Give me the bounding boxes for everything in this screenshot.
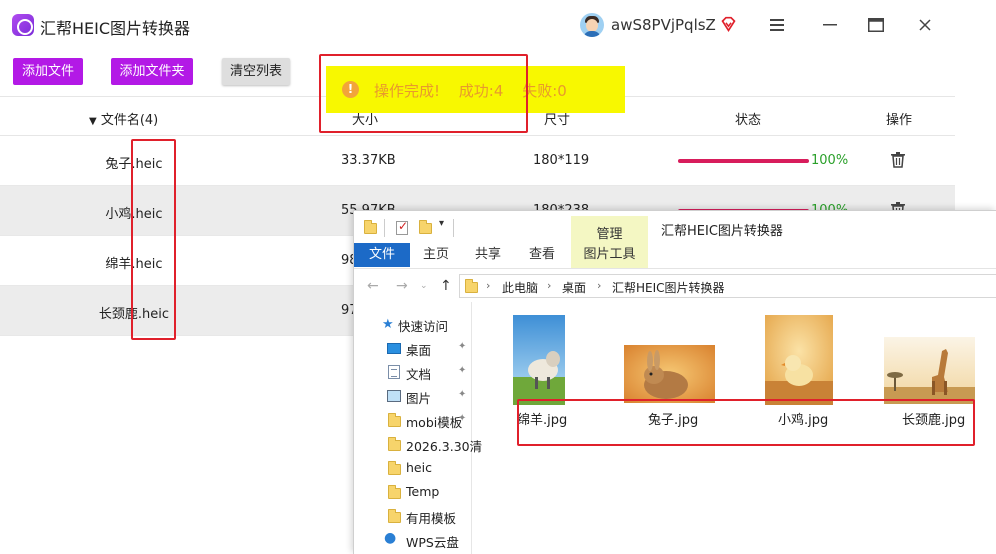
clear-list-button[interactable]: 清空列表 <box>222 58 290 85</box>
table-row[interactable]: 兔子.heic 33.37KB 180*119 100% <box>0 136 955 186</box>
cloud-icon: ● <box>384 530 397 546</box>
documents-icon <box>388 365 400 379</box>
nav-item[interactable]: 图片 ✦ <box>354 384 472 408</box>
tab-picture-tools[interactable]: 图片工具 <box>571 243 648 267</box>
file-name: 绵羊.heic <box>105 257 163 272</box>
file-label[interactable]: 长颈鹿.jpg <box>902 409 965 428</box>
status-column-header: 状态 <box>735 113 762 128</box>
forward-arrow-icon[interactable]: → <box>396 278 408 294</box>
breadcrumb-desktop[interactable]: 桌面 <box>562 279 586 296</box>
ribbon-tabs: 文件 主页 共享 查看 图片工具 <box>354 243 996 267</box>
file-label[interactable]: 绵羊.jpg <box>517 409 567 428</box>
pin-icon[interactable]: ✦ <box>458 365 466 376</box>
recent-dropdown-icon[interactable]: ⌄ <box>420 281 428 291</box>
star-icon: ★ <box>382 317 394 332</box>
folder-icon[interactable] <box>364 220 377 234</box>
tab-share[interactable]: 共享 <box>468 243 508 267</box>
nav-item[interactable]: 文档 ✦ <box>354 360 472 384</box>
file-label[interactable]: 小鸡.jpg <box>778 409 828 428</box>
file-name: 小鸡.heic <box>105 207 163 222</box>
warning-icon: ! <box>342 81 359 98</box>
file-thumbnail-chick[interactable] <box>765 315 833 405</box>
nav-item[interactable]: Temp <box>354 480 472 504</box>
desktop-icon <box>387 343 401 354</box>
pictures-icon <box>387 390 401 402</box>
progress-bar <box>678 159 809 163</box>
folder-icon <box>388 461 401 475</box>
quick-access-toolbar: ▾ 管理 汇帮HEIC图片转换器 <box>354 211 996 268</box>
folder-icon <box>465 279 478 293</box>
tab-home[interactable]: 主页 <box>416 243 456 267</box>
folder-icon <box>388 437 401 451</box>
new-folder-icon[interactable] <box>419 220 432 234</box>
minimize-icon[interactable] <box>818 13 842 37</box>
address-row: ← → ⌄ ↑ › 此电脑 › 桌面 › 汇帮HEIC图片转换器 <box>354 268 996 302</box>
pin-icon[interactable]: ✦ <box>458 341 466 352</box>
add-folder-button[interactable]: 添加文件夹 <box>111 58 193 85</box>
nav-item[interactable]: 桌面 ✦ <box>354 336 472 360</box>
file-size: 33.37KB <box>341 153 396 168</box>
file-thumbnail-rabbit[interactable] <box>624 345 715 403</box>
add-file-button[interactable]: 添加文件 <box>13 58 83 85</box>
folder-icon <box>388 509 401 523</box>
explorer-title: 汇帮HEIC图片转换器 <box>661 224 783 239</box>
address-bar[interactable]: › 此电脑 › 桌面 › 汇帮HEIC图片转换器 <box>459 274 996 298</box>
vip-diamond-icon[interactable] <box>720 16 737 33</box>
nav-item[interactable]: mobi模板 ✦ <box>354 408 472 432</box>
toast-status: 操作完成! <box>374 82 441 100</box>
file-name: 兔子.heic <box>105 157 163 172</box>
nav-quick-access[interactable]: ★ 快速访问 <box>354 312 472 336</box>
nav-item[interactable]: ● WPS云盘 <box>354 528 472 552</box>
file-label[interactable]: 兔子.jpg <box>648 409 698 428</box>
nav-item[interactable]: heic <box>354 456 472 480</box>
username[interactable]: awS8PVjPqlsZ <box>611 16 716 34</box>
folder-icon <box>388 485 401 499</box>
toast-failure-count: 失败:0 <box>522 82 567 100</box>
app-title: 汇帮HEIC图片转换器 <box>40 19 191 38</box>
breadcrumb-current-folder[interactable]: 汇帮HEIC图片转换器 <box>612 279 725 296</box>
nav-item[interactable]: 有用模板 <box>354 504 472 528</box>
tab-view[interactable]: 查看 <box>522 243 562 267</box>
title-bar: 汇帮HEIC图片转换器 awS8PVjPqlsZ <box>0 0 955 50</box>
nav-item[interactable]: 2026.3.30清 <box>354 432 482 456</box>
completion-toast: ! 操作完成! 成功:4 失败:0 <box>326 66 625 113</box>
up-arrow-icon[interactable]: ↑ <box>440 278 452 294</box>
toast-success-count: 成功:4 <box>458 82 504 100</box>
navigation-pane: ★ 快速访问 桌面 ✦ 文档 ✦ 图片 ✦ mobi模板 ✦ 2026.3.30清 heic Tem… <box>354 302 482 554</box>
back-arrow-icon[interactable]: ← <box>367 278 379 294</box>
progress-percent: 100% <box>811 153 849 168</box>
properties-icon[interactable] <box>396 219 408 235</box>
sort-down-icon: ▼ <box>89 116 97 127</box>
folder-icon <box>388 413 401 427</box>
file-explorer-window: ▾ 管理 汇帮HEIC图片转换器 文件 主页 共享 查看 图片工具 ← → ⌄ … <box>353 210 996 554</box>
name-column-header[interactable]: ▼ 文件名(4) <box>89 109 158 128</box>
menu-icon[interactable] <box>765 13 789 37</box>
close-icon[interactable] <box>913 13 937 37</box>
toast-message: 操作完成! 成功:4 失败:0 <box>374 80 581 101</box>
file-thumbnail-sheep[interactable] <box>513 315 565 405</box>
file-thumbnail-giraffe[interactable] <box>884 337 975 404</box>
file-name: 长颈鹿.heic <box>98 307 170 322</box>
action-column-header: 操作 <box>886 113 913 128</box>
tab-file[interactable]: 文件 <box>354 243 410 267</box>
avatar[interactable] <box>580 13 604 37</box>
pin-icon[interactable]: ✦ <box>458 389 466 400</box>
app-logo-icon <box>12 14 34 36</box>
customize-dropdown-icon[interactable]: ▾ <box>439 218 444 229</box>
maximize-icon[interactable] <box>864 13 888 37</box>
pin-icon[interactable]: ✦ <box>458 413 466 424</box>
delete-icon[interactable] <box>891 152 905 168</box>
image-dimensions: 180*119 <box>533 153 590 168</box>
breadcrumb-this-pc[interactable]: 此电脑 <box>502 279 538 296</box>
